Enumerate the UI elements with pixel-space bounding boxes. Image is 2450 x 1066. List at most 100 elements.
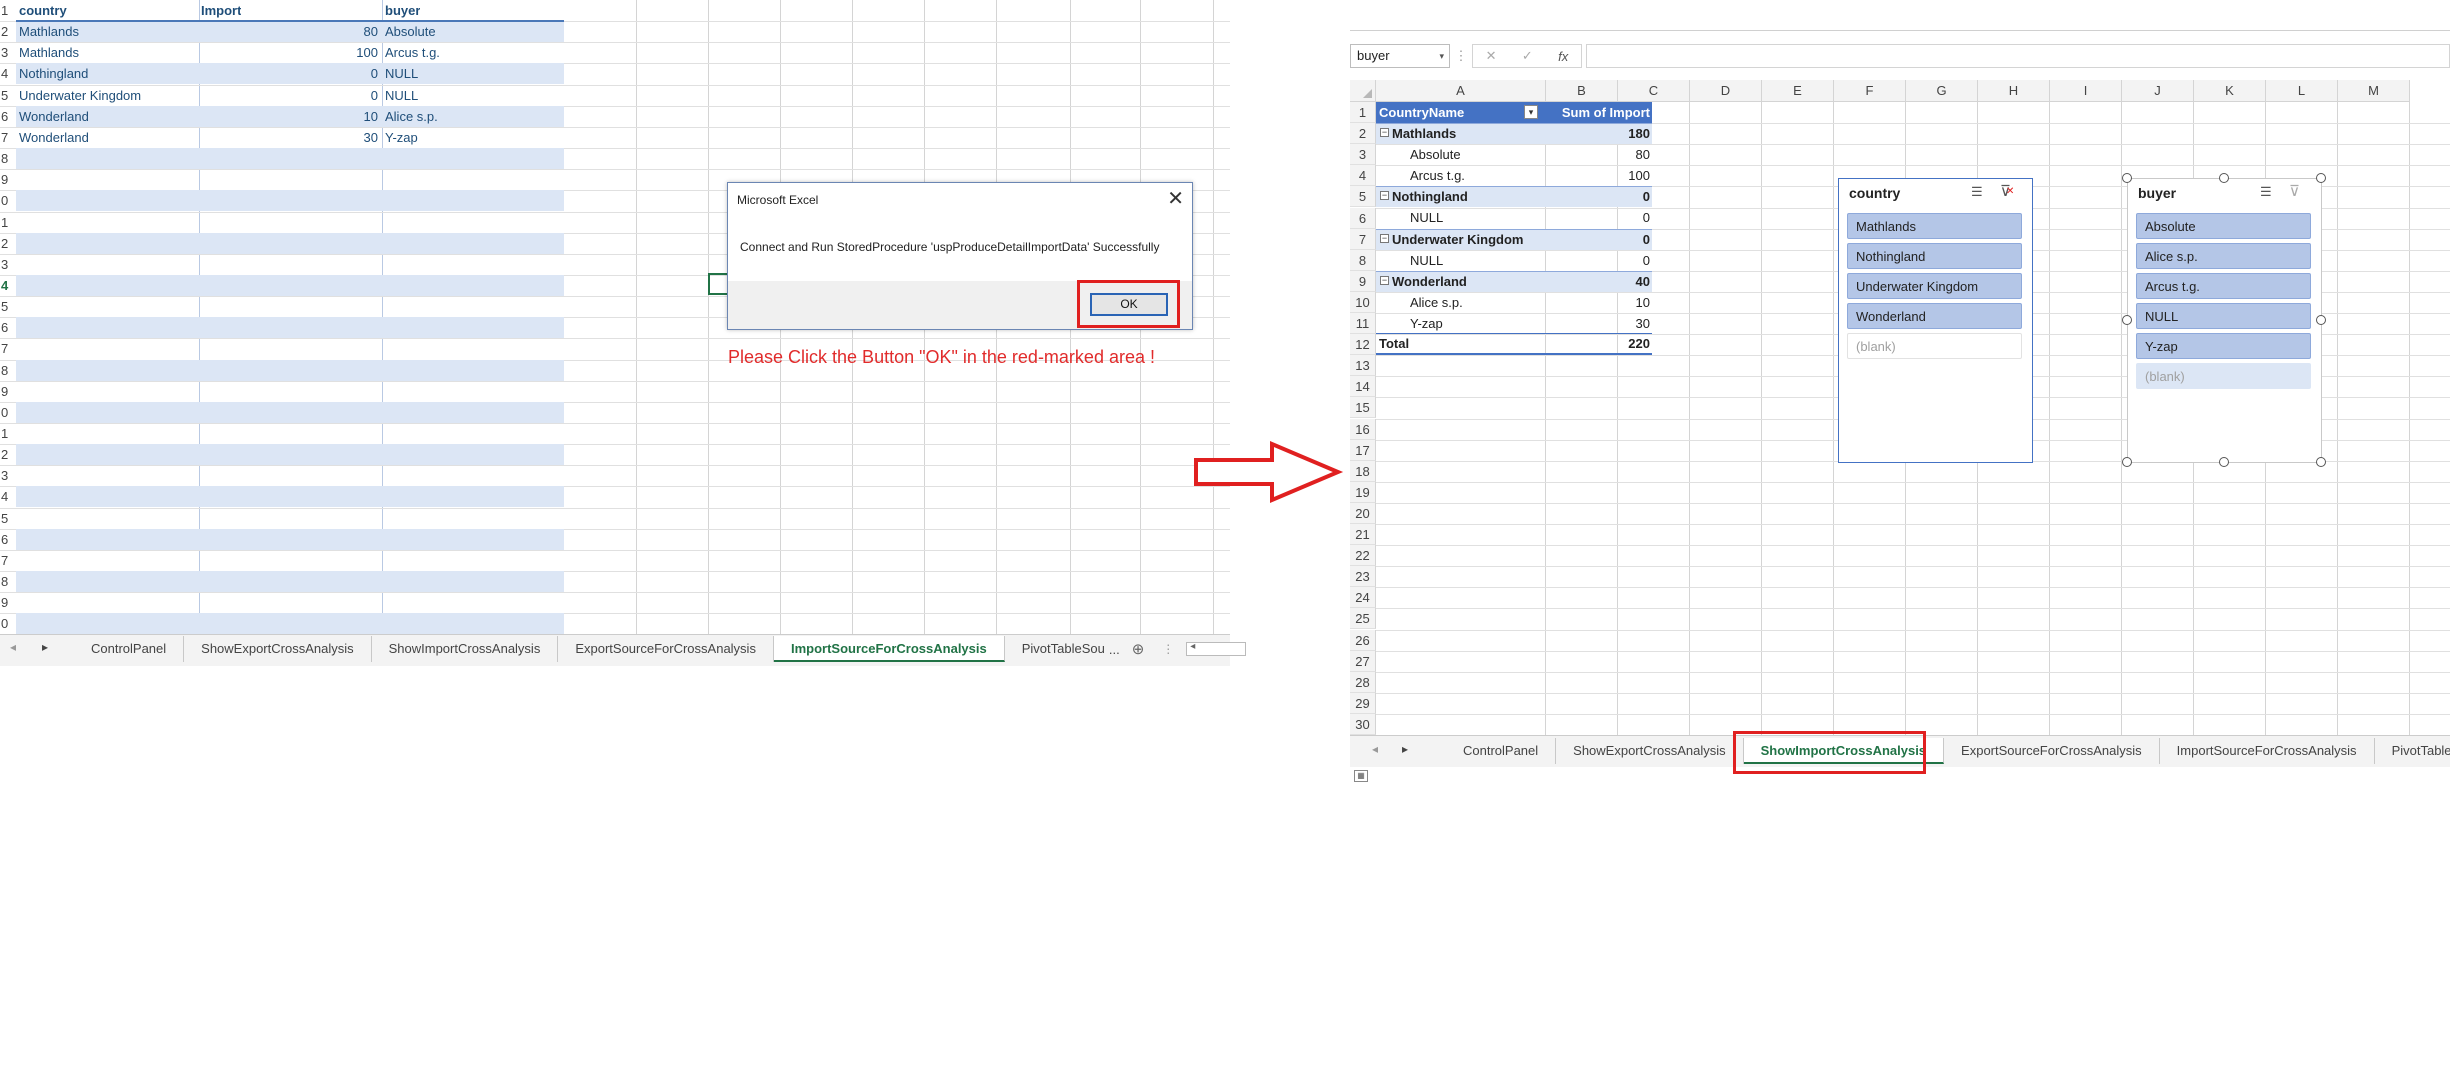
pivot-header-countryname[interactable]: CountryName [1379,102,1464,123]
row-number[interactable]: 26 [1350,629,1376,651]
column-header[interactable]: F [1834,80,1906,102]
cell-import[interactable]: 80 [200,21,378,42]
filter-dropdown-icon[interactable]: ▾ [1524,105,1538,119]
column-header[interactable]: A [1376,80,1546,102]
pivot-row-label[interactable]: Arcus t.g. [1410,165,1465,186]
name-box[interactable]: buyer ▾ [1350,44,1450,68]
right-tab-pivot[interactable]: PivotTableSou [2375,738,2450,764]
resize-handle[interactable] [2316,173,2326,183]
pivot-row-label[interactable]: Wonderland [1392,271,1467,292]
cell-import[interactable]: 0 [200,63,378,84]
left-tab-showimport[interactable]: ShowImportCrossAnalysis [372,636,559,662]
pivot-row-value[interactable]: 40 [1550,271,1650,292]
collapse-icon[interactable]: − [1380,128,1389,137]
cell-import[interactable]: 0 [200,85,378,106]
slicer-item[interactable]: Underwater Kingdom [1847,273,2022,299]
filter-icon[interactable]: ⊽ [2289,182,2300,200]
slicer-item[interactable]: (blank) [2136,363,2311,389]
close-icon[interactable]: ✕ [1167,187,1184,211]
add-sheet-icon[interactable]: ⊕ [1132,640,1163,658]
row-number[interactable]: 30 [1350,713,1376,735]
pivot-row-value[interactable]: 0 [1550,229,1650,250]
right-tab-next-icon[interactable]: ▸ [1402,742,1408,756]
row-number[interactable]: 25 [1350,608,1376,630]
pivot-row-value[interactable]: 0 [1550,250,1650,271]
tab-splitter-icon[interactable]: ⋮ [1162,642,1186,656]
right-tab-prev-icon[interactable]: ◂ [1372,742,1378,756]
row-number[interactable]: 11 [1350,313,1376,334]
cell-country[interactable]: Mathlands [19,21,79,42]
cell-import[interactable]: 30 [200,127,378,148]
slicer-country[interactable]: country ☰ ⊽ ✕ Mathlands Nothingland Underwa… [1838,178,2033,463]
cell-import[interactable]: 10 [200,106,378,127]
row-number[interactable]: 6 [1350,207,1376,229]
pivot-row-label[interactable]: Underwater Kingdom [1392,229,1523,250]
pivot-row-label[interactable]: Y-zap [1410,313,1443,334]
scroll-left-icon[interactable]: ◂ [1190,641,1195,652]
left-tab-more[interactable]: ... [1109,642,1132,657]
left-tab-pivot[interactable]: PivotTableSou [1005,636,1109,662]
cell-country[interactable]: Underwater Kingdom [19,85,141,106]
column-header[interactable]: L [2266,80,2338,102]
slicer-item[interactable]: Alice s.p. [2136,243,2311,269]
slicer-item[interactable]: Nothingland [1847,243,2022,269]
pivot-row-label[interactable]: NULL [1410,250,1443,271]
column-header[interactable]: D [1690,80,1762,102]
formula-input[interactable] [1586,44,2450,68]
column-header[interactable]: J [2122,80,2194,102]
cell-country[interactable]: Mathlands [19,42,79,63]
macro-record-icon[interactable]: ▦ [1354,770,1368,782]
pivot-row-label[interactable]: Alice s.p. [1410,292,1463,313]
ok-button[interactable]: OK [1090,293,1168,316]
row-number[interactable]: 13 [1350,355,1376,377]
row-number[interactable]: 28 [1350,671,1376,693]
right-tab-controlpanel[interactable]: ControlPanel [1446,738,1557,764]
column-header[interactable]: K [2194,80,2266,102]
collapse-icon[interactable]: − [1380,275,1389,285]
collapse-icon[interactable]: − [1380,191,1389,201]
slicer-item[interactable]: Mathlands [1847,213,2022,239]
row-number[interactable]: 1 [1350,102,1376,123]
row-number[interactable]: 24 [1350,587,1376,609]
pivot-row-value[interactable]: 80 [1550,144,1650,165]
pivot-row-value[interactable]: 10 [1550,292,1650,313]
multi-select-icon[interactable]: ☰ [1971,184,1983,200]
row-number[interactable]: 4 [1350,165,1376,187]
column-header[interactable]: G [1906,80,1978,102]
slicer-item[interactable]: Absolute [2136,213,2311,239]
column-header[interactable]: C [1618,80,1690,102]
column-header[interactable]: I [2050,80,2122,102]
row-number[interactable]: 27 [1350,650,1376,672]
cell-import[interactable]: 100 [200,42,378,63]
left-tab-prev-icon[interactable]: ◂ [10,640,16,654]
header-country[interactable]: country [19,0,67,21]
function-icon[interactable]: fx [1558,49,1568,64]
row-number[interactable]: 17 [1350,439,1376,461]
row-number[interactable]: 9 [1350,270,1376,292]
multi-select-icon[interactable]: ☰ [2260,184,2272,200]
name-box-dropdown-icon[interactable]: ▾ [1439,45,1444,67]
slicer-item[interactable]: Y-zap [2136,333,2311,359]
row-number[interactable]: 8 [1350,249,1376,271]
left-tab-next-icon[interactable]: ▸ [42,640,48,654]
cell-country[interactable]: Wonderland [19,127,89,148]
row-number[interactable]: 29 [1350,692,1376,714]
row-number[interactable]: 22 [1350,545,1376,567]
column-header[interactable]: B [1546,80,1618,102]
pivot-row-value[interactable]: 30 [1550,313,1650,334]
slicer-item[interactable]: NULL [2136,303,2311,329]
cell-buyer[interactable]: Arcus t.g. [385,42,440,63]
row-number[interactable]: 7 [1350,228,1376,250]
slicer-item[interactable]: Wonderland [1847,303,2022,329]
resize-handle[interactable] [2122,173,2132,183]
row-number[interactable]: 20 [1350,502,1376,524]
pivot-row-value[interactable]: 100 [1550,165,1650,186]
select-all-corner[interactable] [1350,80,1376,102]
row-number[interactable]: 12 [1350,334,1376,356]
slicer-buyer[interactable]: buyer ☰ ⊽ Absolute Alice s.p. Arcus t.g. NU… [2127,178,2322,463]
pivot-row-label[interactable]: NULL [1410,207,1443,228]
left-tab-controlpanel[interactable]: ControlPanel [74,636,185,662]
right-tab-exportsource[interactable]: ExportSourceForCrossAnalysis [1944,738,2160,764]
left-tab-exportsource[interactable]: ExportSourceForCrossAnalysis [558,636,774,662]
row-number[interactable]: 15 [1350,397,1376,419]
